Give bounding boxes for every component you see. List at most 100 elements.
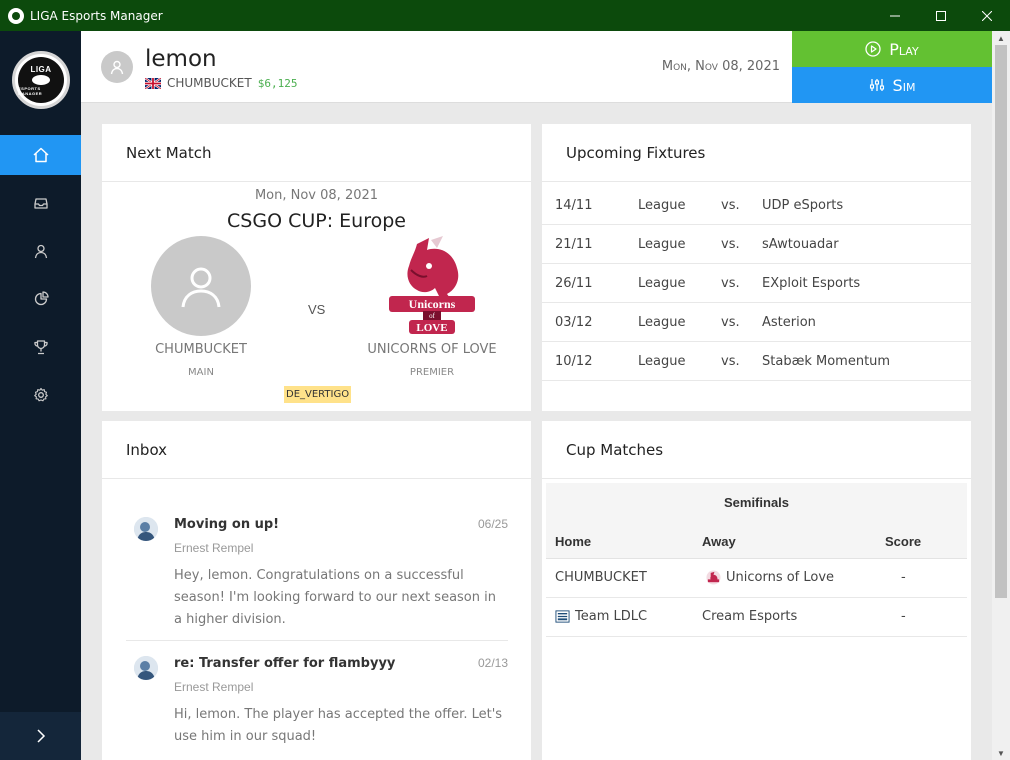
logo-text: LIGA <box>30 64 52 74</box>
match-away-cell: Unicorns of Love <box>706 570 834 585</box>
fixture-opponent: Stabæk Momentum <box>762 354 891 369</box>
home-team-name: CHUMBUCKET <box>155 342 247 357</box>
nav-home[interactable] <box>0 135 81 175</box>
nav-competitions[interactable] <box>0 327 81 367</box>
match-home: CHUMBUCKET <box>555 570 647 585</box>
home-icon <box>32 147 49 163</box>
match-home: Team LDLC <box>575 609 648 624</box>
sim-label: Sim <box>892 75 916 95</box>
home-team-tier: MAIN <box>188 367 214 378</box>
fixture-competition: League <box>638 237 686 252</box>
unicorns-of-love-logo: Unicorns of LOVE <box>382 236 482 336</box>
message-date: 02/13 <box>477 656 508 670</box>
message-date: 06/25 <box>477 517 508 531</box>
fixture-row[interactable]: 14/11 League vs. UDP eSports <box>542 186 971 225</box>
user-icon <box>34 244 47 259</box>
fixture-opponent: UDP eSports <box>762 198 844 213</box>
fixture-vs: vs. <box>721 237 740 252</box>
minimize-icon <box>890 15 900 16</box>
fixture-date: 21/11 <box>555 237 593 252</box>
fixture-competition: League <box>638 315 686 330</box>
play-button[interactable]: Play <box>792 31 992 67</box>
sim-button[interactable]: Sim <box>792 67 992 103</box>
fixture-row[interactable]: 26/11 League vs. EXploit Esports <box>542 264 971 303</box>
cup-matches-card: Cup Matches Semifinals Home Away Score C… <box>542 421 971 760</box>
logo-love-text: LOVE <box>416 322 447 334</box>
close-button[interactable] <box>964 0 1010 31</box>
nav-squad[interactable] <box>0 231 81 271</box>
away-team-name: UNICORNS OF LOVE <box>367 342 497 357</box>
cup-round-label: Semifinals <box>546 483 967 523</box>
current-date: Mon, Nov 08, 2021 <box>661 59 780 74</box>
sidebar: LIGA ESPORTS MANAGER <box>0 31 81 760</box>
nav-stats[interactable] <box>0 279 81 319</box>
inbox-icon <box>33 198 48 209</box>
team-name: CHUMBUCKET <box>167 76 252 90</box>
vs-label: VS <box>308 302 326 317</box>
pie-chart-icon <box>34 291 49 306</box>
fixture-date: 10/12 <box>555 354 593 369</box>
away-team[interactable]: Unicorns of LOVE UNICORNS OF LOVE PREMIE… <box>352 236 512 378</box>
mouse-icon <box>32 74 50 85</box>
fixture-row[interactable]: 10/12 League vs. Stabæk Momentum <box>542 342 971 381</box>
money: $6,125 <box>257 76 298 90</box>
nav-settings[interactable] <box>0 375 81 415</box>
cup-match-row[interactable]: Team LDLC Cream Esports - <box>546 598 967 637</box>
fixture-competition: League <box>638 354 686 369</box>
nav-inbox[interactable] <box>0 183 81 223</box>
play-icon <box>865 41 881 57</box>
fixture-opponent: Asterion <box>762 315 816 330</box>
next-match-card: Next Match Mon, Nov 08, 2021 CSGO CUP: E… <box>102 124 531 411</box>
fixture-competition: League <box>638 198 686 213</box>
avatar[interactable] <box>101 51 133 83</box>
close-icon <box>982 10 992 21</box>
user-icon <box>110 60 124 75</box>
inbox-message[interactable]: re: Transfer offer for flambyyy Ernest R… <box>126 656 508 756</box>
fixture-vs: vs. <box>721 354 740 369</box>
sender-avatar <box>134 517 158 541</box>
maximize-button[interactable] <box>918 0 964 31</box>
logo-unicorns-text: Unicorns <box>409 297 456 311</box>
sliders-icon <box>869 79 884 91</box>
fixture-date: 14/11 <box>555 198 593 213</box>
fixture-row[interactable]: 21/11 League vs. sAwtouadar <box>542 225 971 264</box>
fixture-row[interactable]: 03/12 League vs. Asterion <box>542 303 971 342</box>
next-match-title: Next Match <box>102 124 531 182</box>
message-body: Hey, lemon. Congratulations on a success… <box>174 568 496 627</box>
header-home: Home <box>555 534 592 549</box>
uk-flag-icon <box>145 77 161 89</box>
scroll-down-arrow[interactable]: ▼ <box>992 746 1010 760</box>
inbox-message[interactable]: Moving on up! Ernest Rempel 06/25 Hey, l… <box>126 517 508 627</box>
home-team-logo <box>151 236 251 336</box>
message-sender: Ernest Rempel <box>174 680 254 694</box>
cup-match-row[interactable]: CHUMBUCKET Unicorns of Love - <box>546 559 967 598</box>
team-ldlc-logo <box>555 610 570 623</box>
home-team[interactable]: CHUMBUCKET MAIN <box>121 236 281 378</box>
message-subject: Moving on up! <box>174 517 280 532</box>
upcoming-fixtures-card: Upcoming Fixtures 14/11 League vs. UDP e… <box>542 124 971 411</box>
message-sender: Ernest Rempel <box>174 541 254 555</box>
scroll-up-arrow[interactable]: ▲ <box>992 31 1010 45</box>
header-score: Score <box>885 534 922 549</box>
chevron-right-icon <box>36 729 45 743</box>
match-score: - <box>901 609 906 624</box>
minimize-button[interactable] <box>872 0 918 31</box>
fixture-date: 26/11 <box>555 276 593 291</box>
team-info: CHUMBUCKET $6,125 <box>145 76 297 90</box>
message-subject: re: Transfer offer for flambyyy <box>174 656 396 671</box>
match-score: - <box>901 570 906 585</box>
user-icon <box>181 267 221 308</box>
liga-logo: LIGA ESPORTS MANAGER <box>12 51 70 109</box>
window-title: LIGA Esports Manager <box>30 8 163 23</box>
logo-subtext: ESPORTS MANAGER <box>18 85 43 96</box>
sidebar-expand-button[interactable] <box>0 712 81 760</box>
scroll-thumb[interactable] <box>995 45 1007 598</box>
match-home-cell: Team LDLC <box>555 609 647 624</box>
match-away: Cream Esports <box>702 609 798 624</box>
scrollbar[interactable]: ▲ ▼ <box>992 31 1010 760</box>
competition-name: CSGO CUP: Europe <box>227 210 406 232</box>
fixtures-title: Upcoming Fixtures <box>542 124 971 182</box>
person-avatar-icon <box>134 517 158 541</box>
fixture-vs: vs. <box>721 198 740 213</box>
fixture-competition: League <box>638 276 686 291</box>
